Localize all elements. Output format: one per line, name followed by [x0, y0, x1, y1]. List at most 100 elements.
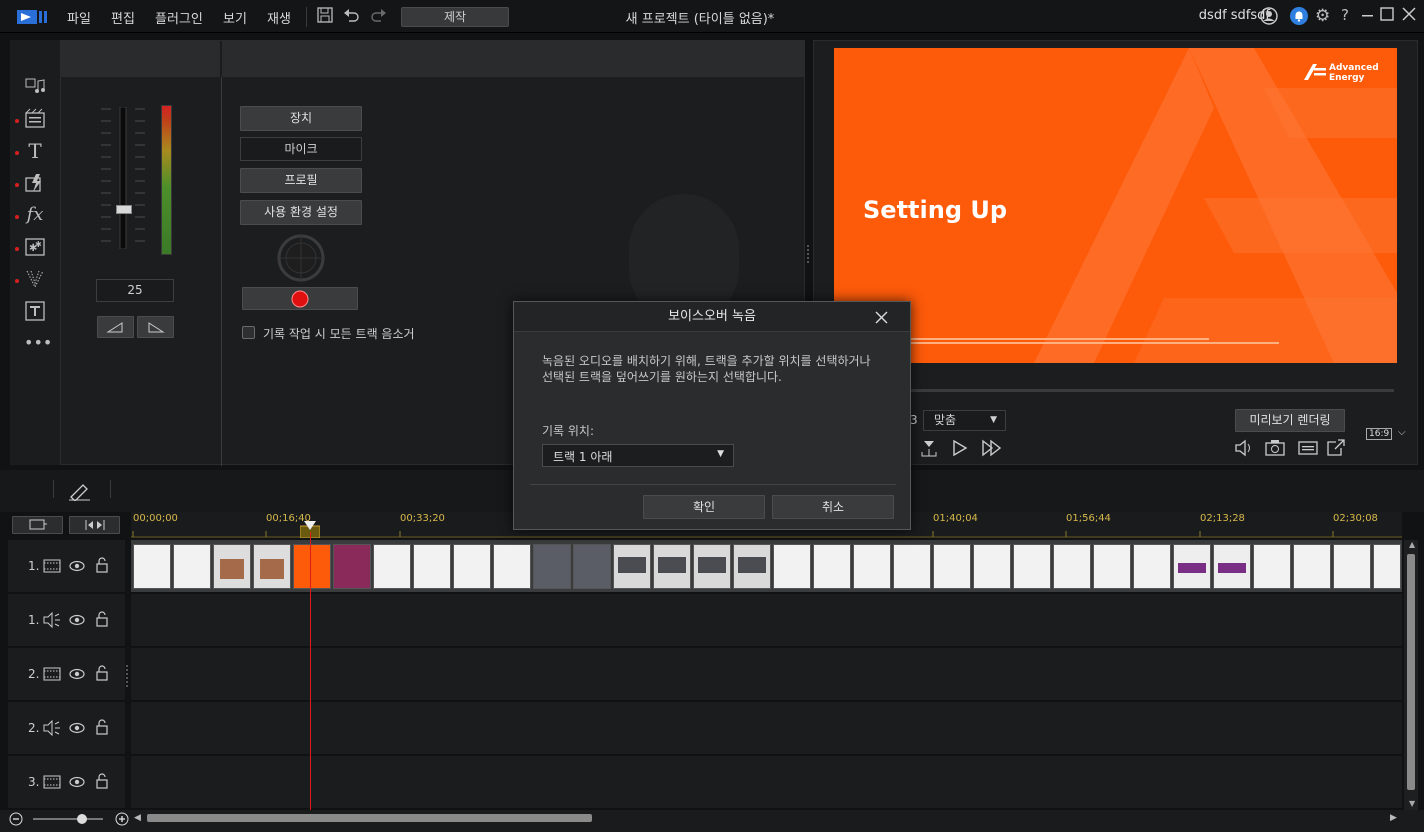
effect-room-icon[interactable] — [24, 172, 46, 194]
cancel-button[interactable]: 취소 — [772, 495, 894, 519]
track-header-video-3[interactable]: 3. — [8, 756, 125, 809]
zoom-slider-thumb[interactable] — [77, 814, 87, 824]
track-splitter[interactable] — [126, 665, 129, 687]
edit-pen-icon[interactable] — [68, 481, 92, 504]
menu-edit[interactable]: 편집 — [111, 8, 135, 27]
help-icon[interactable]: ? — [1341, 6, 1349, 24]
clip-thumbnail[interactable] — [693, 544, 731, 589]
profile-button[interactable]: 프로필 — [240, 168, 362, 193]
clip-thumbnail[interactable] — [493, 544, 531, 589]
preview-render-button[interactable]: 미리보기 렌더링 — [1235, 409, 1345, 432]
record-button[interactable] — [242, 287, 358, 310]
lock-icon[interactable] — [95, 557, 109, 576]
audio-track-1-content[interactable] — [131, 594, 1402, 647]
volume-icon[interactable] — [1234, 439, 1254, 460]
clip-thumbnail[interactable] — [453, 544, 491, 589]
lock-icon[interactable] — [95, 773, 109, 792]
transition-room-icon[interactable] — [24, 108, 46, 130]
fast-forward-icon[interactable] — [981, 439, 1003, 460]
record-location-dropdown[interactable]: 트랙 1 아래 ▼ — [542, 444, 734, 467]
track-header-video-2[interactable]: 2. — [8, 648, 125, 701]
more-rooms-icon[interactable]: ••• — [24, 332, 52, 354]
clip-thumbnail[interactable] — [1053, 544, 1091, 589]
volume-slider-thumb[interactable] — [116, 205, 132, 214]
subtitle-room-icon[interactable] — [24, 300, 46, 322]
clip-thumbnail[interactable] — [333, 544, 371, 589]
zoom-fit-dropdown[interactable]: 맞춤 ▼ — [923, 410, 1006, 431]
device-button[interactable]: 장치 — [240, 106, 362, 131]
clip-thumbnail[interactable] — [1093, 544, 1131, 589]
menu-plugins[interactable]: 플러그인 — [155, 8, 203, 27]
media-room-icon[interactable] — [24, 76, 46, 98]
clip-thumbnail[interactable] — [933, 544, 971, 589]
track-header-video-1[interactable]: 1. — [8, 540, 125, 593]
clip-thumbnail[interactable] — [533, 544, 571, 589]
fit-timeline-button[interactable] — [69, 516, 120, 534]
preview-progress-bar[interactable] — [909, 389, 1394, 392]
aspect-ratio-selector[interactable]: 16:9 ⌵ — [1366, 427, 1411, 445]
particle-room-icon[interactable]: ✱ ✱ — [24, 236, 46, 258]
clip-thumbnail[interactable] — [1293, 544, 1331, 589]
snapshot-camera-icon[interactable] — [1265, 439, 1285, 460]
track-manager-button[interactable] — [12, 516, 63, 534]
ok-button[interactable]: 확인 — [643, 495, 765, 519]
clip-thumbnail[interactable] — [813, 544, 851, 589]
preferences-button[interactable]: 사용 환경 설정 — [240, 200, 362, 225]
visibility-eye-icon[interactable] — [69, 775, 85, 792]
video-track-3-content[interactable] — [131, 756, 1402, 809]
lock-icon[interactable] — [95, 665, 109, 684]
clip-thumbnail[interactable] — [1333, 544, 1371, 589]
mic-field[interactable]: 마이크 — [240, 137, 362, 161]
fade-in-button[interactable] — [97, 316, 134, 338]
zoom-out-icon[interactable] — [9, 812, 23, 829]
clip-thumbnail[interactable] — [733, 544, 771, 589]
pip-room-icon[interactable] — [24, 268, 46, 290]
zoom-slider[interactable] — [33, 818, 103, 820]
scroll-right-icon[interactable]: ▶ — [1390, 813, 1397, 823]
clip-thumbnail[interactable] — [293, 544, 331, 589]
maximize-icon[interactable] — [1380, 7, 1394, 25]
clip-thumbnail[interactable] — [1133, 544, 1171, 589]
clip-thumbnail[interactable] — [1253, 544, 1291, 589]
mark-in-icon[interactable] — [920, 438, 938, 461]
clip-thumbnail[interactable] — [973, 544, 1011, 589]
visibility-eye-icon[interactable] — [69, 559, 85, 576]
dialog-close-icon[interactable] — [875, 311, 888, 327]
zoom-in-icon[interactable] — [115, 812, 129, 829]
menu-play[interactable]: 재생 — [267, 8, 291, 27]
redo-icon[interactable] — [371, 7, 387, 27]
visibility-eye-icon[interactable] — [69, 613, 85, 630]
produce-button[interactable]: 제작 — [401, 7, 509, 27]
account-icon[interactable] — [1260, 7, 1278, 29]
fade-out-button[interactable] — [137, 316, 174, 338]
clip-thumbnail[interactable] — [213, 544, 251, 589]
notification-icon[interactable] — [1289, 6, 1309, 30]
clip-thumbnail[interactable] — [1173, 544, 1211, 589]
clip-thumbnail[interactable] — [413, 544, 451, 589]
track-header-audio-1[interactable]: 1. — [8, 594, 125, 647]
lock-icon[interactable] — [95, 719, 109, 738]
vertical-scrollbar[interactable]: ▲ ▼ — [1404, 540, 1418, 810]
clip-thumbnail[interactable] — [1013, 544, 1051, 589]
audio-track-2-content[interactable] — [131, 702, 1402, 755]
save-icon[interactable] — [317, 7, 333, 27]
mute-all-checkbox[interactable] — [242, 326, 255, 339]
clip-thumbnail[interactable] — [373, 544, 411, 589]
play-icon[interactable] — [951, 439, 969, 460]
title-room-icon[interactable]: T — [24, 140, 46, 162]
clip-thumbnail[interactable] — [893, 544, 931, 589]
clip-thumbnail[interactable] — [1373, 544, 1401, 589]
clip-thumbnail[interactable] — [253, 544, 291, 589]
clip-thumbnail[interactable] — [853, 544, 891, 589]
clip-thumbnail[interactable] — [773, 544, 811, 589]
panel-splitter[interactable] — [807, 245, 810, 263]
video-track-2-content[interactable] — [131, 648, 1402, 701]
visibility-eye-icon[interactable] — [69, 721, 85, 738]
close-window-icon[interactable] — [1402, 7, 1416, 25]
visibility-eye-icon[interactable] — [69, 667, 85, 684]
fx-room-icon[interactable]: fx — [24, 204, 46, 226]
horizontal-scrollbar-thumb[interactable] — [147, 814, 592, 822]
subtitle-toggle-icon[interactable] — [1298, 439, 1318, 460]
clip-thumbnail[interactable] — [573, 544, 611, 589]
undo-icon[interactable] — [343, 7, 359, 27]
